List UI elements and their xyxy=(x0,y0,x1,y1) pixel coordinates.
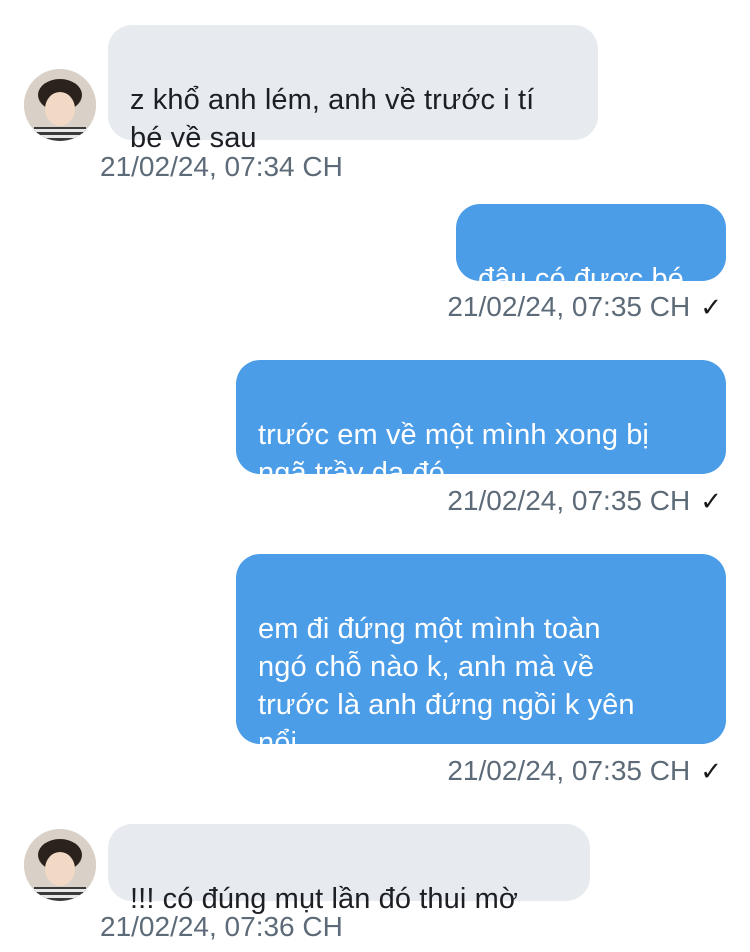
message-timestamp: 21/02/24, 07:35 CH ✓ xyxy=(447,484,722,518)
message-timestamp: 21/02/24, 07:34 CH xyxy=(100,150,343,184)
message-text: trước em về một mình xong bị ngã trầy da… xyxy=(258,419,649,489)
avatar[interactable] xyxy=(24,69,96,141)
timestamp-text: 21/02/24, 07:35 CH xyxy=(447,755,691,786)
message-timestamp: 21/02/24, 07:35 CH ✓ xyxy=(447,290,722,324)
timestamp-text: 21/02/24, 07:35 CH xyxy=(447,291,691,322)
checkmark-icon: ✓ xyxy=(700,486,722,516)
avatar[interactable] xyxy=(24,829,96,901)
message-timestamp: 21/02/24, 07:35 CH ✓ xyxy=(447,754,722,788)
message-bubble-outgoing[interactable]: trước em về một mình xong bị ngã trầy da… xyxy=(236,360,726,489)
message-bubble-outgoing[interactable]: em đi đứng một mình toàn ngó chỗ nào k, … xyxy=(236,554,726,759)
message-bubble-outgoing[interactable]: đâu có được bé xyxy=(456,204,726,295)
avatar-photo xyxy=(24,69,96,141)
message-bubble-incoming[interactable]: z khổ anh lém, anh về trước i tí bé về s… xyxy=(108,25,598,154)
timestamp-text: 21/02/24, 07:34 CH xyxy=(100,151,343,182)
message-text: em đi đứng một mình toàn ngó chỗ nào k, … xyxy=(258,613,635,759)
timestamp-text: 21/02/24, 07:36 CH xyxy=(100,911,343,942)
timestamp-text: 21/02/24, 07:35 CH xyxy=(447,485,691,516)
message-timestamp: 21/02/24, 07:36 CH xyxy=(100,910,343,944)
avatar-photo xyxy=(24,829,96,901)
message-text: z khổ anh lém, anh về trước i tí bé về s… xyxy=(130,84,535,154)
message-bubble-incoming[interactable]: !!! có đúng mụt lần đó thui mờ xyxy=(108,824,590,915)
checkmark-icon: ✓ xyxy=(700,292,722,322)
checkmark-icon: ✓ xyxy=(700,756,722,786)
